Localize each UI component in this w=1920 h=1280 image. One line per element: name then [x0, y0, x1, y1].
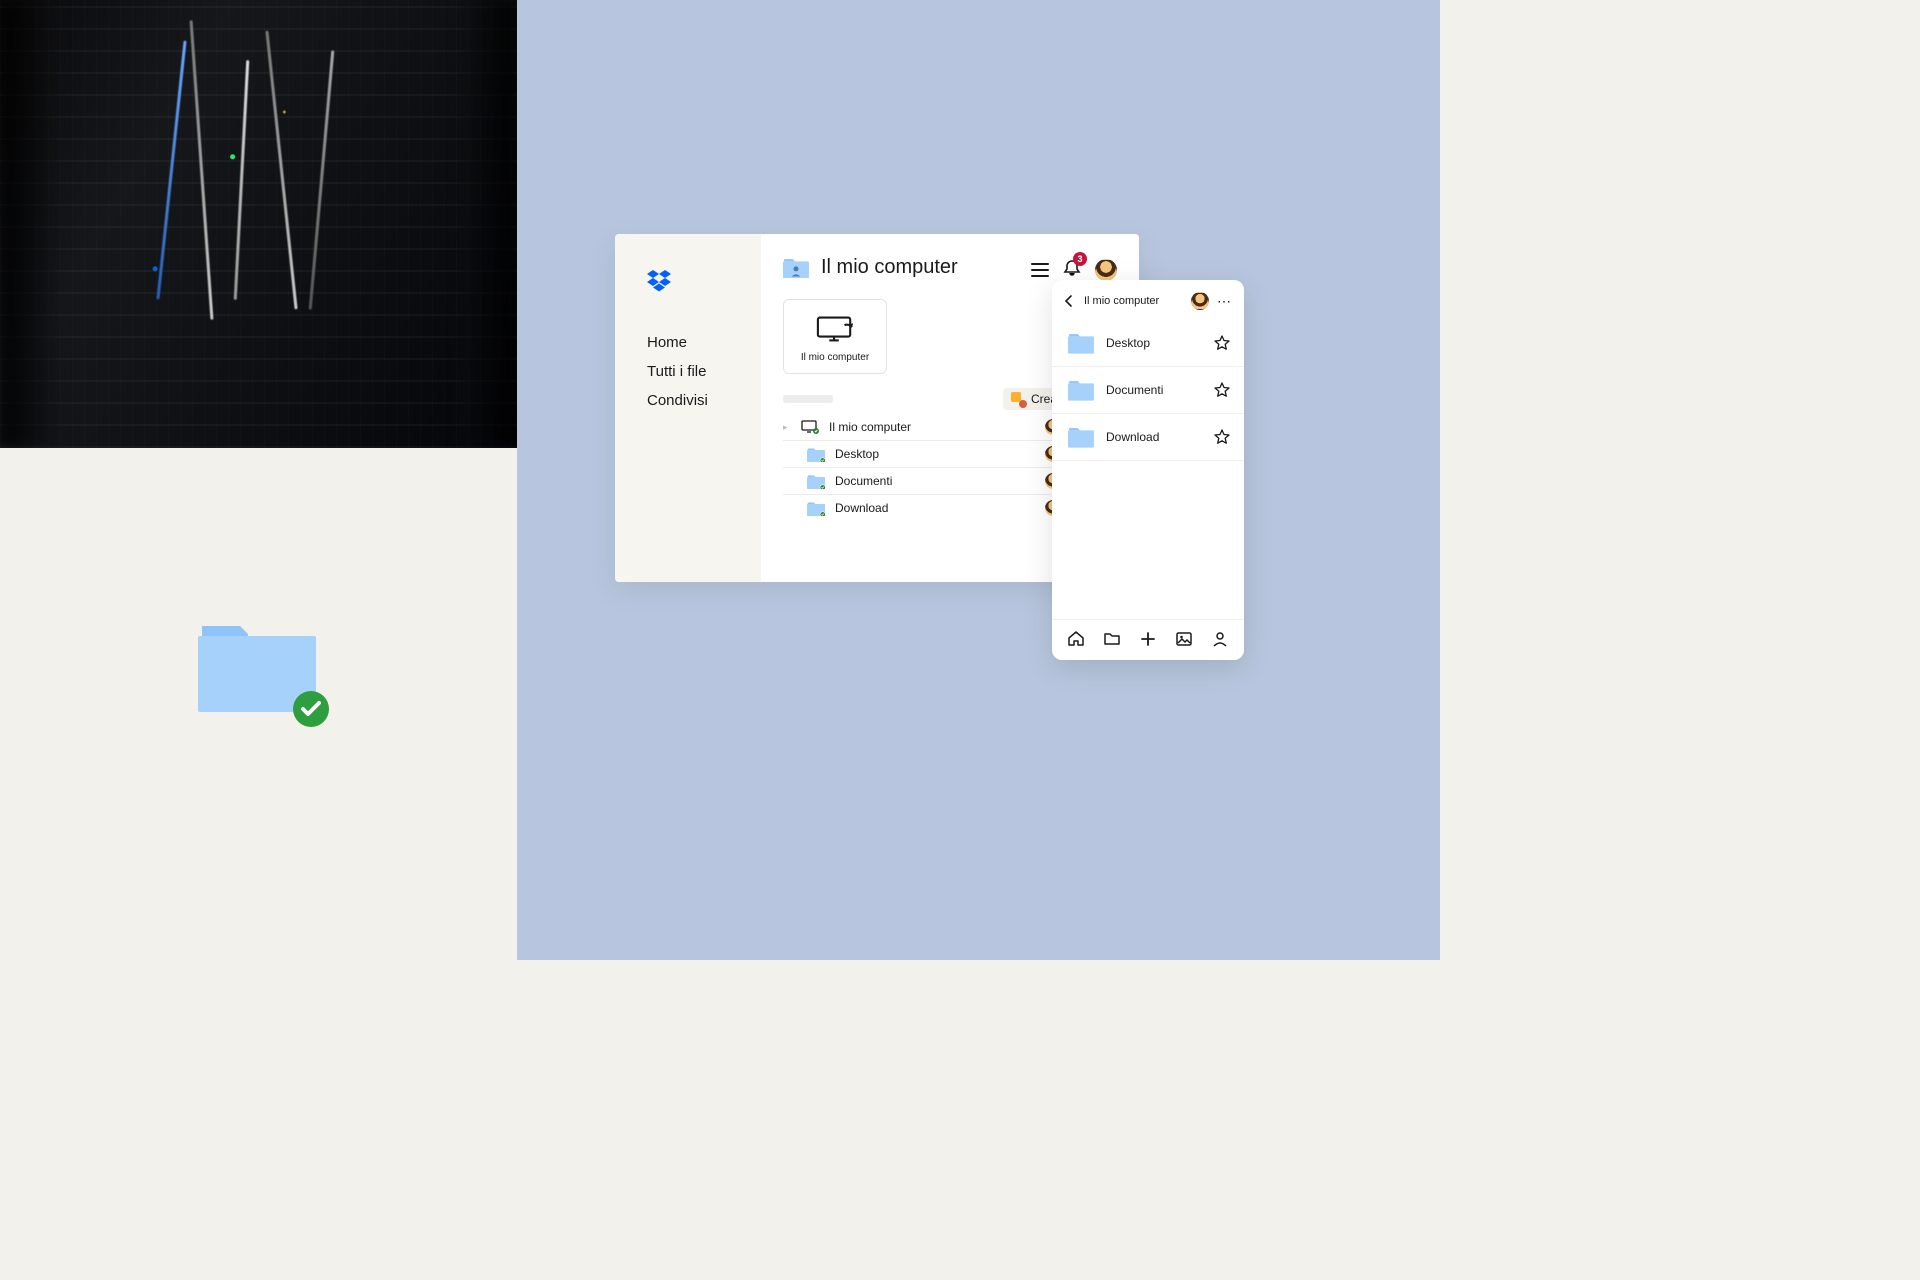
sidebar: Home Tutti i file Condivisi [615, 234, 761, 582]
list-item-label: Documenti [1106, 383, 1202, 397]
dropbox-logo-icon[interactable] [647, 268, 671, 292]
computer-card[interactable]: Il mio computer [783, 299, 887, 374]
row-label: Desktop [835, 447, 879, 461]
notification-badge: 3 [1073, 252, 1087, 266]
folder-icon [1068, 426, 1094, 448]
row-label: Documenti [835, 474, 892, 488]
header-folder-icon [783, 257, 809, 279]
row-label: Download [835, 501, 888, 515]
tab-files-icon[interactable] [1103, 630, 1121, 648]
mobile-tabbar [1052, 619, 1244, 660]
folder-illustration [0, 448, 517, 960]
folder-icon [807, 501, 825, 516]
menu-icon[interactable] [1031, 263, 1049, 277]
list-item[interactable]: Desktop [1052, 320, 1244, 367]
tab-add-icon[interactable] [1139, 630, 1157, 648]
sidebar-item-home[interactable]: Home [615, 328, 761, 357]
placeholder [783, 395, 833, 403]
list-item[interactable]: Documenti [1052, 367, 1244, 414]
list-item-label: Download [1106, 430, 1202, 444]
tab-account-icon[interactable] [1211, 630, 1229, 648]
star-icon[interactable] [1214, 382, 1230, 398]
large-checkmark-icon [292, 690, 330, 728]
tab-photos-icon[interactable] [1175, 630, 1193, 648]
mobile-window: Il mio computer ⋯ Desktop Documenti Down… [1052, 280, 1244, 660]
folder-icon [807, 474, 825, 489]
user-avatar[interactable] [1095, 259, 1117, 281]
server-rack-photo [0, 0, 517, 448]
mobile-avatar[interactable] [1191, 292, 1209, 310]
notifications-button[interactable]: 3 [1063, 258, 1081, 281]
folder-icon [807, 447, 825, 462]
mobile-title: Il mio computer [1084, 295, 1183, 307]
list-item-label: Desktop [1106, 336, 1202, 350]
back-button[interactable] [1062, 294, 1076, 308]
create-icon [1011, 392, 1025, 406]
mobile-list: Desktop Documenti Download [1052, 320, 1244, 619]
page-title: Il mio computer [821, 256, 958, 279]
folder-icon [1068, 379, 1094, 401]
row-label: Il mio computer [829, 420, 911, 434]
tab-home-icon[interactable] [1067, 630, 1085, 648]
computer-card-label: Il mio computer [801, 352, 869, 363]
sidebar-item-shared[interactable]: Condivisi [615, 386, 761, 415]
computer-icon [801, 420, 819, 435]
list-item[interactable]: Download [1052, 414, 1244, 461]
star-icon[interactable] [1214, 429, 1230, 445]
sidebar-item-all-files[interactable]: Tutti i file [615, 357, 761, 386]
star-icon[interactable] [1214, 335, 1230, 351]
expand-triangle-icon[interactable]: ▸ [783, 422, 791, 433]
more-button[interactable]: ⋯ [1217, 293, 1232, 310]
folder-icon [1068, 332, 1094, 354]
